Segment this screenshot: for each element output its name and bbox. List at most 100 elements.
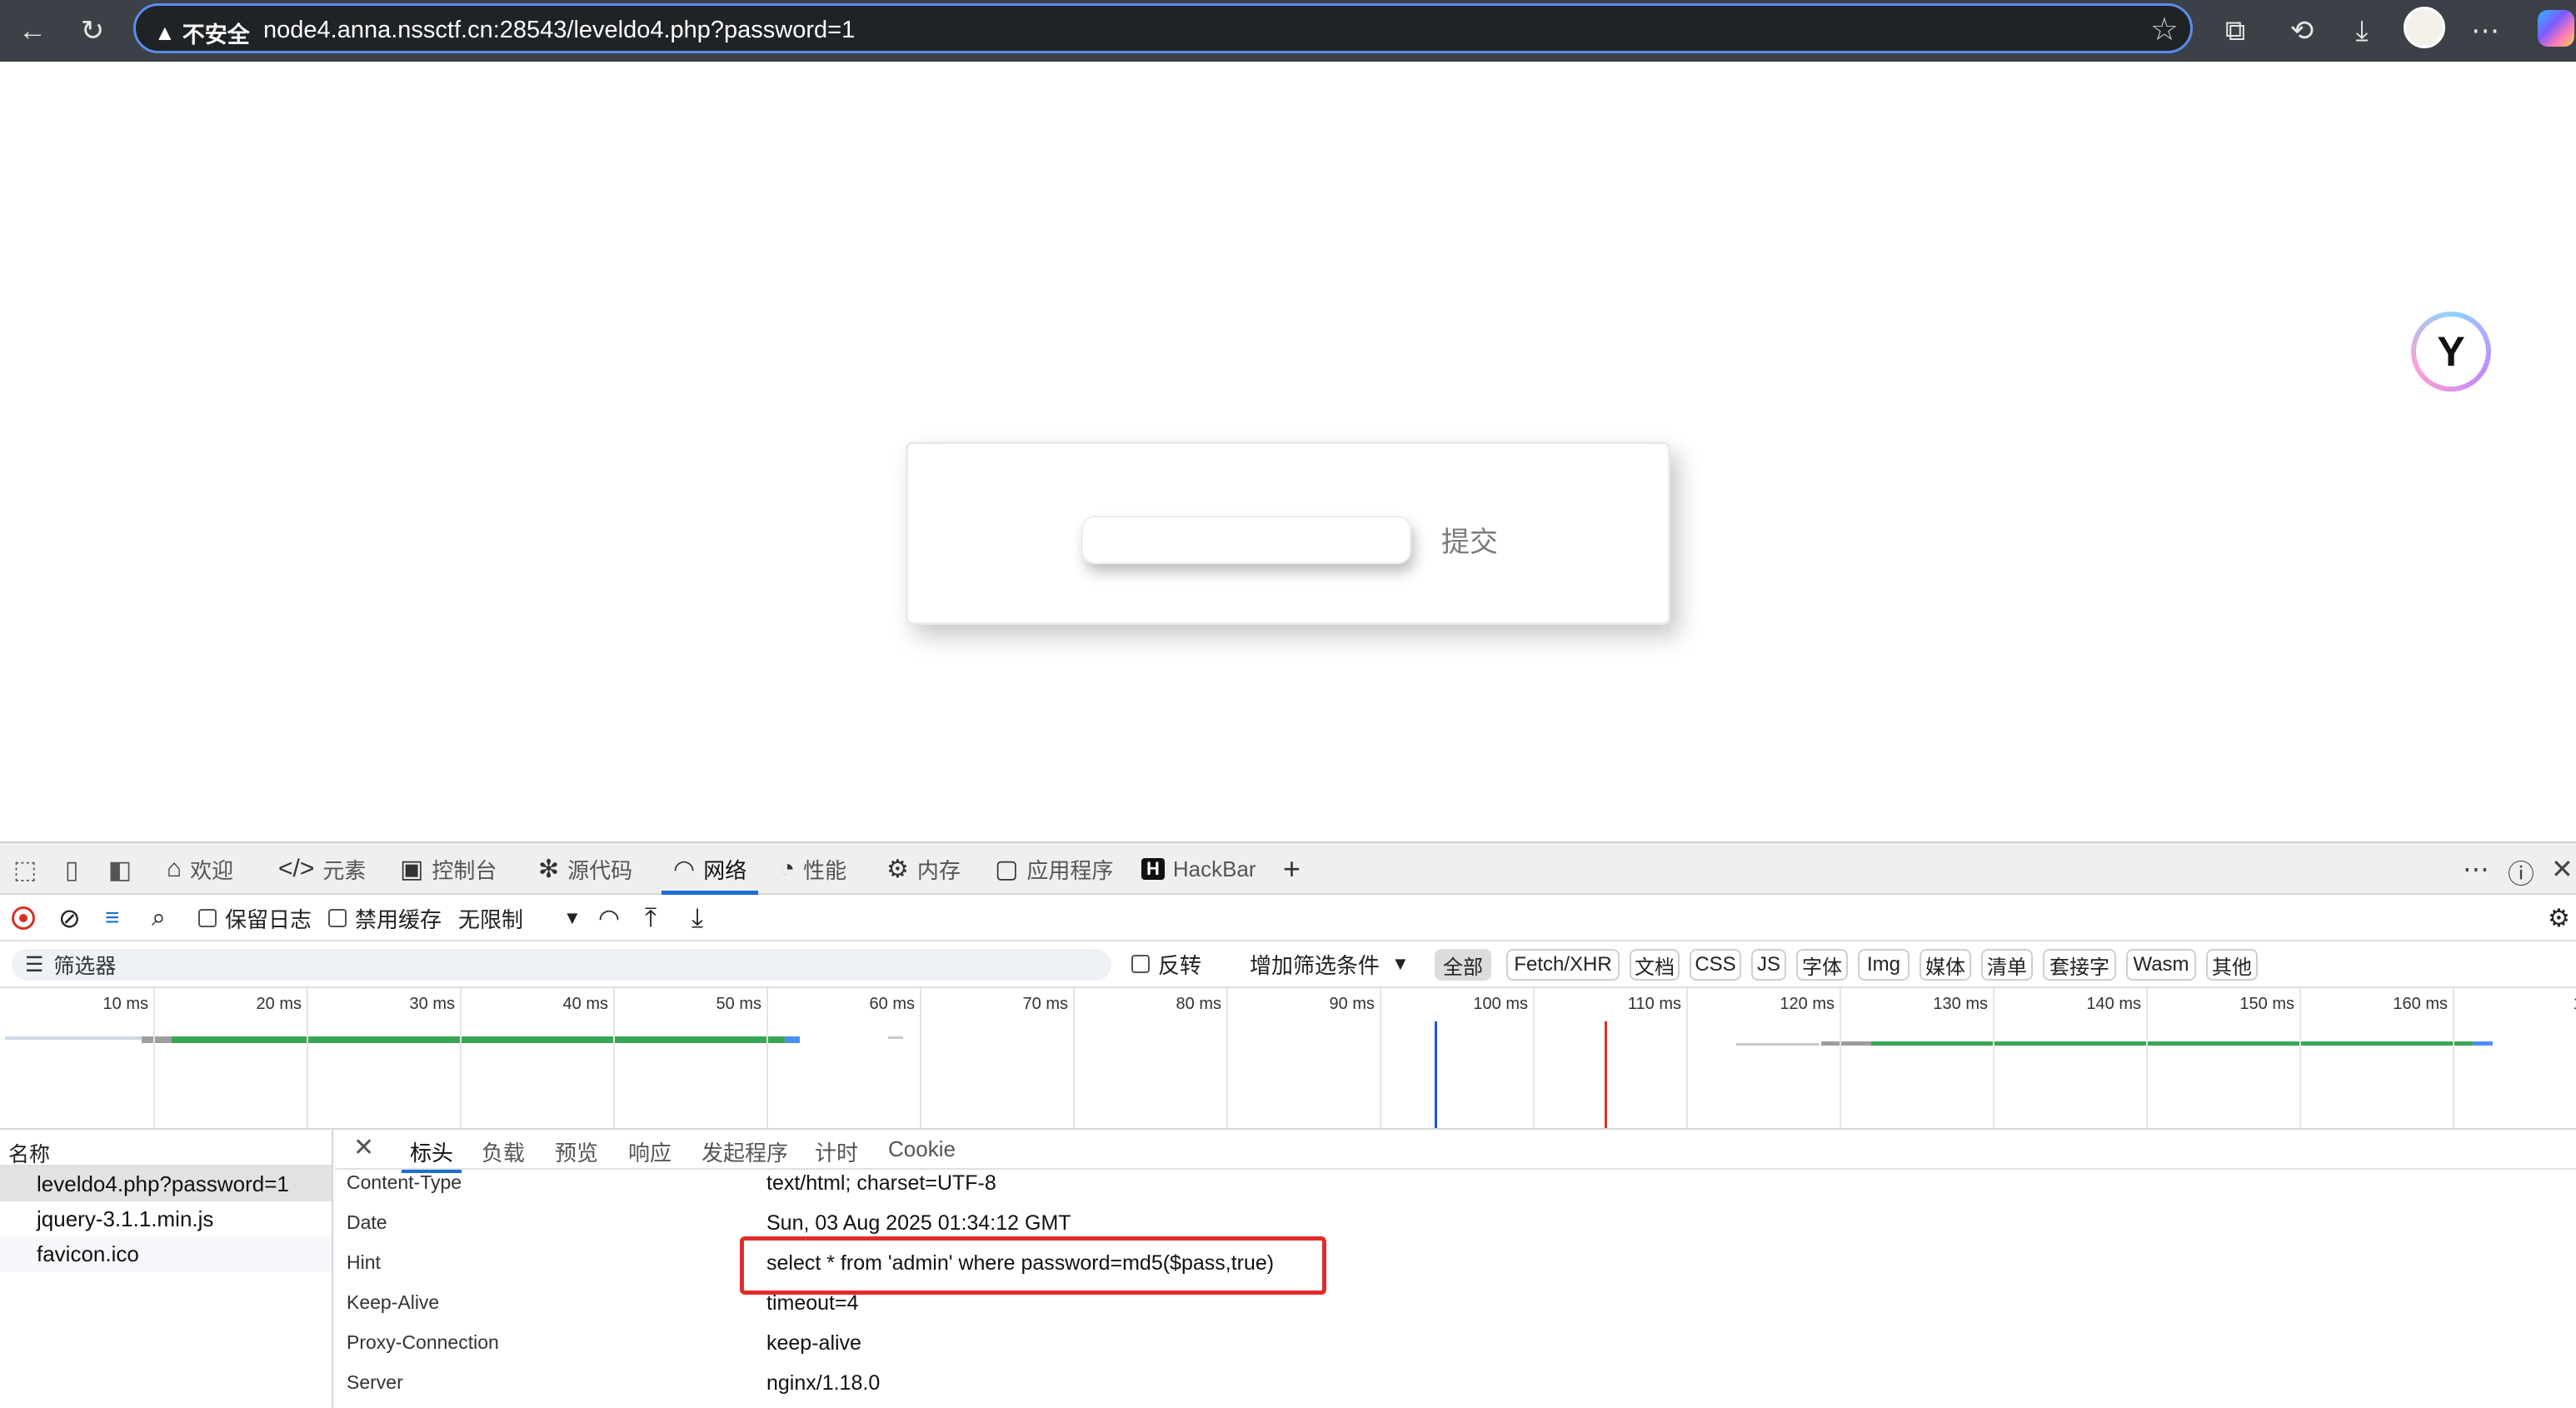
timeline-tick-label: 170 xyxy=(2473,995,2576,1014)
tab-preview[interactable]: 预览 xyxy=(555,1136,598,1167)
record-icon[interactable] xyxy=(12,903,35,933)
copilot-icon[interactable] xyxy=(2538,10,2574,47)
filter-chip-js[interactable]: JS xyxy=(1751,949,1786,981)
timeline-gridline xyxy=(1993,988,1994,1128)
throttle-select[interactable]: 无限制 xyxy=(458,903,523,933)
tab-headers[interactable]: 标头 xyxy=(401,1136,462,1173)
more-filters-dropdown[interactable]: 增加筛选条件 ▼ xyxy=(1250,949,1410,979)
tab-sources[interactable]: ✻ 源代码 xyxy=(538,843,632,895)
header-name: Hint xyxy=(347,1251,381,1273)
filter-input[interactable]: ☰ 筛选器 xyxy=(12,949,1111,981)
filter-chip-fetch-xhr[interactable]: Fetch/XHR xyxy=(1506,949,1620,981)
tab-hackbar[interactable]: H HackBar xyxy=(1141,843,1256,895)
refresh-icon[interactable]: ↻ xyxy=(70,8,115,53)
tab-application[interactable]: ▢ 应用程序 xyxy=(995,843,1113,895)
request-list: 名称 leveldo4.php?password=1 jquery-3.1.1.… xyxy=(0,1130,333,1408)
request-row[interactable]: favicon.ico xyxy=(0,1236,332,1271)
clear-icon[interactable]: ⊘ xyxy=(58,903,81,933)
devtools-more-icon[interactable]: ⋯ xyxy=(2463,853,2489,885)
header-name: Date xyxy=(347,1211,387,1233)
import-har-icon[interactable]: ⤒ xyxy=(645,902,656,933)
network-conditions-icon[interactable]: ◠ xyxy=(598,903,620,933)
filter-chip-other[interactable]: 其他 xyxy=(2206,949,2258,981)
header-value: Sun, 03 Aug 2025 01:34:12 GMT xyxy=(766,1211,1071,1235)
security-label: 不安全 xyxy=(182,22,250,47)
add-tab-button[interactable]: + xyxy=(1283,843,1309,895)
extensions-icon[interactable]: ⧉ xyxy=(2213,8,2258,53)
request-row[interactable]: leveldo4.php?password=1 xyxy=(0,1166,332,1201)
filter-chip-socket[interactable]: 套接字 xyxy=(2043,949,2116,981)
tab-response[interactable]: 响应 xyxy=(628,1136,671,1167)
tab-timing[interactable]: 计时 xyxy=(815,1136,858,1167)
header-value: timeout=4 xyxy=(766,1291,859,1315)
name-column-header[interactable]: 名称 xyxy=(0,1130,332,1166)
timeline-tick-label: 120 ms xyxy=(1780,995,1835,1013)
preserve-log-checkbox[interactable]: 保留日志 xyxy=(198,903,312,933)
checkbox-box[interactable] xyxy=(1131,955,1150,973)
device-emulation-icon[interactable]: ▯ xyxy=(55,853,88,886)
timeline-tick-label: 90 ms xyxy=(1329,995,1375,1013)
filter-chip-wasm[interactable]: Wasm xyxy=(2126,949,2196,981)
inspect-element-icon[interactable]: ⬚ xyxy=(8,853,42,886)
timeline-bar-end xyxy=(785,1036,800,1043)
password-input[interactable] xyxy=(1081,516,1411,564)
floating-assistant-icon[interactable]: Y xyxy=(2411,312,2491,392)
filter-chip-css[interactable]: CSS xyxy=(1690,949,1741,981)
filter-chip-media[interactable]: 媒体 xyxy=(1920,949,1971,981)
filter-chip-doc[interactable]: 文档 xyxy=(1630,949,1680,981)
close-detail-icon[interactable]: ✕ xyxy=(353,1133,374,1162)
header-value: nginx/1.18.0 xyxy=(766,1371,881,1395)
tab-payload[interactable]: 负载 xyxy=(482,1136,525,1167)
timeline-gridline xyxy=(2453,988,2454,1128)
home-icon: ⌂ xyxy=(167,855,182,882)
submit-button[interactable]: 提交 xyxy=(1441,519,1498,560)
filter-toggle-icon[interactable]: ≡ xyxy=(105,903,120,933)
console-icon: ▣ xyxy=(400,855,424,883)
search-icon[interactable]: ⌕ xyxy=(152,903,166,933)
checkbox-box[interactable] xyxy=(328,909,347,927)
plus-icon: + xyxy=(1283,851,1301,886)
tab-welcome[interactable]: ⌂ 欢迎 xyxy=(167,843,233,895)
timeline-tick-label: 30 ms xyxy=(409,995,455,1013)
request-row[interactable]: jquery-3.1.1.min.js xyxy=(0,1201,332,1236)
timeline-tick-label: 100 ms xyxy=(1473,995,1528,1013)
invert-checkbox[interactable]: 反转 xyxy=(1131,949,1201,979)
chevron-down-icon: ▼ xyxy=(1391,953,1410,974)
timeline-tick-label: 80 ms xyxy=(1176,995,1221,1013)
tab-memory[interactable]: ⚙ 内存 xyxy=(886,843,961,895)
url-text[interactable]: node4.anna.nssctf.cn:28543/leveldo4.php?… xyxy=(263,17,855,44)
export-har-icon[interactable]: ⤓ xyxy=(691,902,703,933)
filter-chip-font[interactable]: 字体 xyxy=(1796,949,1848,981)
tab-elements[interactable]: </> 元素 xyxy=(278,843,366,895)
network-settings-icon[interactable]: ⚙ xyxy=(2548,903,2570,933)
filter-chip-all[interactable]: 全部 xyxy=(1435,949,1491,981)
more-menu-icon[interactable]: ⋯ xyxy=(2463,8,2508,53)
tab-cookie[interactable]: Cookie xyxy=(888,1136,956,1162)
download-icon[interactable]: ⤓ xyxy=(2339,8,2384,53)
tab-performance[interactable]: ◔ 性能 xyxy=(780,843,846,895)
tab-console[interactable]: ▣ 控制台 xyxy=(400,843,497,895)
favorite-star-icon[interactable]: ☆ xyxy=(2150,11,2179,48)
hint-highlight-box xyxy=(740,1236,1326,1295)
tab-initiator[interactable]: 发起程序 xyxy=(701,1136,788,1167)
timeline-tick-label: 50 ms xyxy=(716,995,761,1013)
tab-network[interactable]: ◠ 网络 xyxy=(661,843,759,895)
history-icon[interactable]: ⟲ xyxy=(2279,8,2324,53)
browser-toolbar: ← ↻ ▲ 不安全 node4.anna.nssctf.cn:28543/lev… xyxy=(0,0,2576,62)
back-arrow-icon[interactable]: ← xyxy=(10,8,55,53)
wifi-icon: ◠ xyxy=(673,855,696,883)
close-devtools-icon[interactable]: ✕ xyxy=(2551,853,2574,885)
address-bar[interactable]: ▲ 不安全 node4.anna.nssctf.cn:28543/leveldo… xyxy=(133,3,2193,53)
profile-avatar[interactable] xyxy=(2404,7,2445,48)
help-icon[interactable]: ⓘ xyxy=(2508,853,2534,891)
checkbox-box[interactable] xyxy=(198,909,217,927)
security-warning[interactable]: ▲ 不安全 xyxy=(154,17,250,49)
network-timeline-overview[interactable]: 10 ms 20 ms 30 ms 40 ms 50 ms 60 ms 70 ms 80 ms… xyxy=(0,988,2576,1130)
disable-cache-checkbox[interactable]: 禁用缓存 xyxy=(328,903,442,933)
chevron-down-icon[interactable]: ▼ xyxy=(563,903,582,933)
filter-chip-img[interactable]: Img xyxy=(1858,949,1910,981)
filter-icon: ☰ xyxy=(25,953,44,976)
timeline-tick-label: 110 ms xyxy=(1627,995,1681,1013)
filter-chip-manifest[interactable]: 清单 xyxy=(1981,949,2033,981)
dock-side-icon[interactable]: ◧ xyxy=(103,853,137,886)
